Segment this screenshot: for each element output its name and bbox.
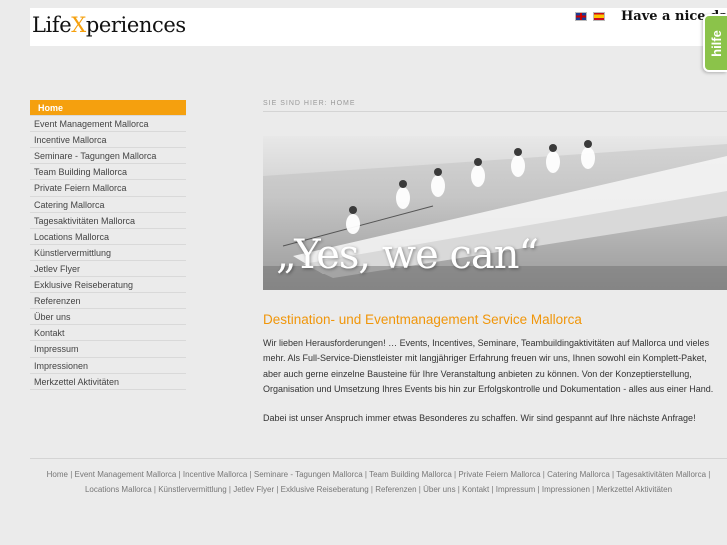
sidebar-item[interactable]: Kontakt (30, 325, 186, 342)
spain-flag-icon[interactable] (593, 12, 605, 21)
hero-banner: „Yes, we can“ (263, 136, 727, 290)
intro-paragraph: Wir lieben Herausforderungen! … Events, … (263, 338, 714, 394)
footer-link[interactable]: Kontakt (462, 485, 489, 494)
footer-link[interactable]: Catering Mallorca (547, 470, 610, 479)
footer-link[interactable]: Referenzen (375, 485, 416, 494)
sidebar-item[interactable]: Jetlev Flyer (30, 261, 186, 278)
sidebar-nav: Home Event Management Mallorca Incentive M… (30, 100, 186, 390)
sidebar-item[interactable]: Merkzettel Aktivitäten (30, 374, 186, 390)
footer-link[interactable]: Impressum (496, 485, 536, 494)
footer-link[interactable]: Locations Mallorca (85, 485, 152, 494)
footer-link[interactable]: Über uns (423, 485, 455, 494)
footer-link[interactable]: Private Feiern Mallorca (458, 470, 540, 479)
sidebar-item[interactable]: Incentive Mallorca (30, 132, 186, 149)
footer-link[interactable]: Incentive Mallorca (183, 470, 247, 479)
sidebar-item[interactable]: Tagesaktivitäten Mallorca (30, 213, 186, 229)
breadcrumb-current: Home (330, 100, 356, 107)
footer-link[interactable]: Seminare - Tagungen Mallorca (254, 470, 363, 479)
help-tab-label: hilfe (708, 29, 724, 57)
sidebar-item[interactable]: Seminare - Tagungen Mallorca (30, 148, 186, 165)
footer-link[interactable]: Event Management Mallorca (75, 470, 177, 479)
sidebar-item[interactable]: Private Feiern Mallorca (30, 180, 186, 197)
breadcrumb-label: Sie sind hier: (263, 100, 328, 107)
sidebar-item[interactable]: Impressionen (30, 358, 186, 374)
sidebar-item[interactable]: Home (30, 100, 186, 117)
sidebar-item[interactable]: Exklusive Reiseberatung (30, 277, 186, 294)
sidebar-item[interactable]: Locations Mallorca (30, 229, 186, 245)
footer-divider (30, 458, 727, 459)
header-bar: LifeXperiences Have a nice day (30, 8, 727, 46)
sidebar-item[interactable]: Event Management Mallorca (30, 116, 186, 133)
help-tab[interactable]: hilfe (703, 14, 727, 72)
sidebar-item[interactable]: Über uns (30, 309, 186, 326)
footer-separator: | (706, 470, 711, 479)
footer-link[interactable]: Jetlev Flyer (233, 485, 274, 494)
footer-link[interactable]: Tagesaktivitäten Mallorca (616, 470, 706, 479)
uk-flag-icon[interactable] (575, 12, 587, 21)
content-body: Wir lieben Herausforderungen! … Events, … (263, 336, 727, 426)
footer-link[interactable]: Impressionen (542, 485, 590, 494)
hero-slogan: „Yes, we can“ (276, 232, 539, 278)
footer-link[interactable]: Exklusive Reiseberatung (281, 485, 369, 494)
footer-links: Home | Event Management Mallorca | Incen… (30, 468, 727, 497)
footer-link[interactable]: Künstlervermittlung (158, 485, 226, 494)
footer-link[interactable]: Team Building Mallorca (369, 470, 452, 479)
site-logo[interactable]: LifeXperiences (32, 13, 186, 37)
language-switcher (575, 12, 605, 21)
closing-paragraph: Dabei ist unser Anspruch immer etwas Bes… (263, 413, 696, 424)
sidebar-item[interactable]: Team Building Mallorca (30, 164, 186, 181)
sidebar-item[interactable]: Künstlervermittlung (30, 245, 186, 261)
page-title: Destination- und Eventmanagement Service… (263, 312, 582, 327)
sidebar-item[interactable]: Referenzen (30, 293, 186, 310)
footer-link[interactable]: Merkzettel Aktivitäten (596, 485, 672, 494)
sidebar-item[interactable]: Impressum (30, 341, 186, 358)
footer-link[interactable]: Home (47, 470, 68, 479)
sidebar-item[interactable]: Catering Mallorca (30, 197, 186, 213)
breadcrumb: Sie sind hier: Home (263, 100, 727, 112)
